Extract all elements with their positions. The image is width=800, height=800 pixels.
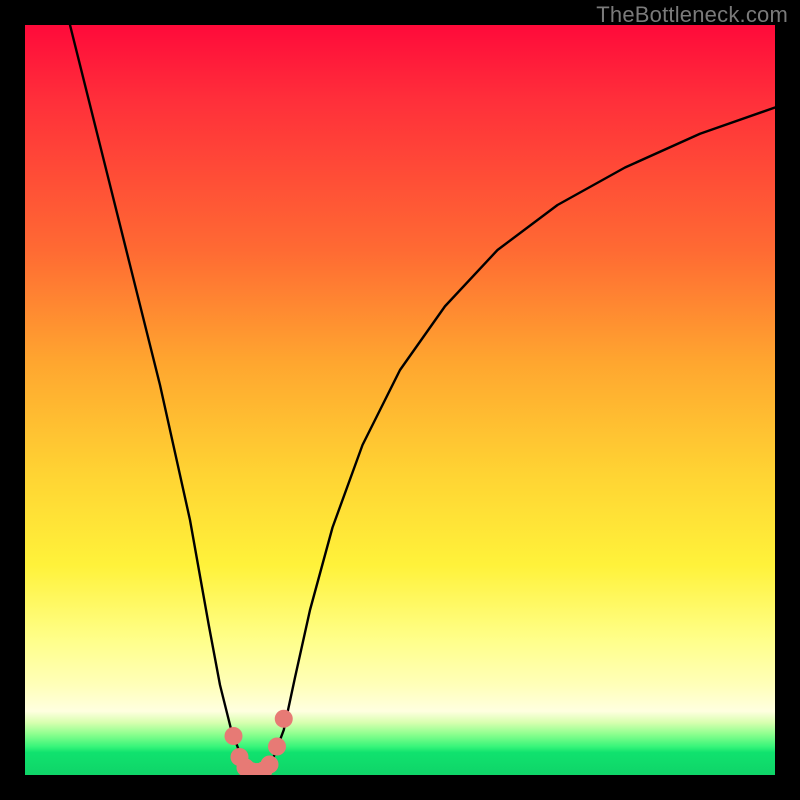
highlight-dot bbox=[268, 738, 286, 756]
bottleneck-curve bbox=[70, 25, 775, 775]
outer-frame: TheBottleneck.com bbox=[0, 0, 800, 800]
highlight-dot bbox=[275, 710, 293, 728]
highlight-markers bbox=[225, 710, 293, 775]
chart-svg bbox=[25, 25, 775, 775]
plot-area bbox=[25, 25, 775, 775]
highlight-dot bbox=[225, 727, 243, 745]
highlight-dot bbox=[261, 756, 279, 774]
